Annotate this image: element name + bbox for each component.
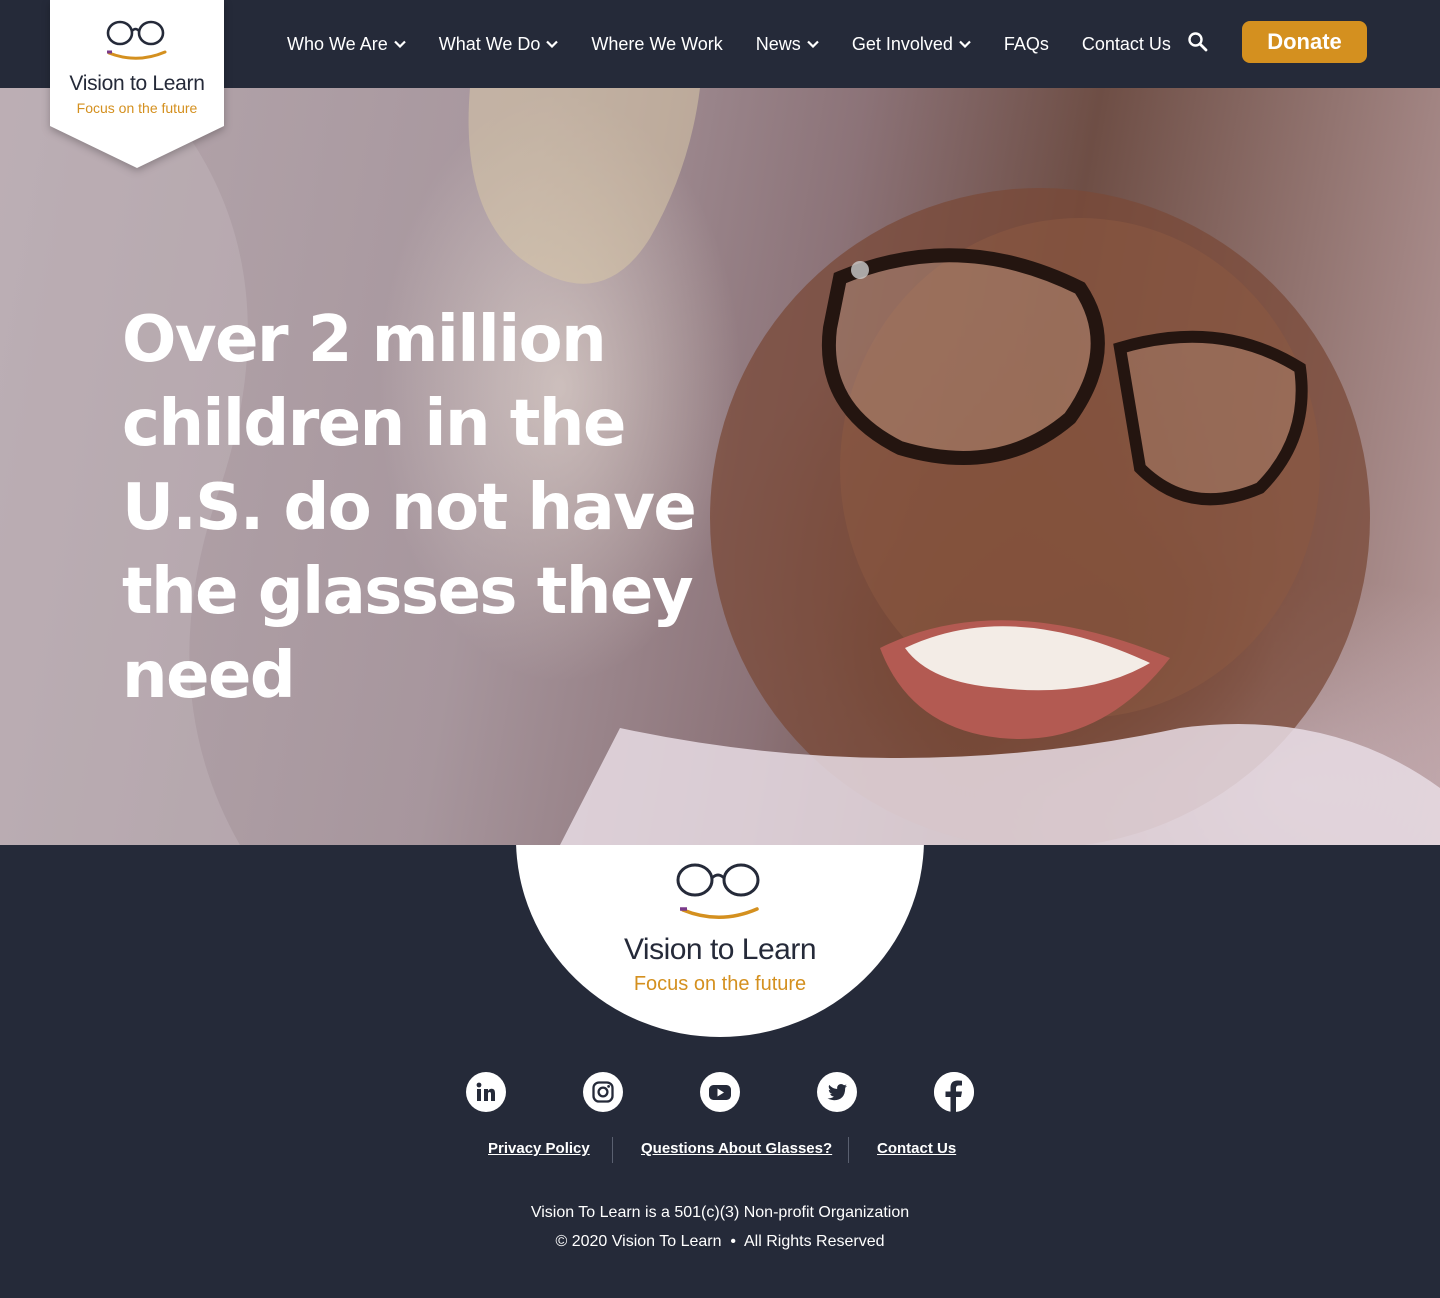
questions-about-glasses-link[interactable]: Questions About Glasses?	[641, 1140, 832, 1157]
youtube-icon[interactable]	[700, 1072, 740, 1112]
nonprofit-statement: Vision To Learn is a 501(c)(3) Non-profi…	[530, 1204, 910, 1221]
instagram-glyph	[592, 1081, 614, 1103]
nav-what-we-do[interactable]: What We Do	[439, 34, 559, 55]
instagram-icon[interactable]	[583, 1072, 623, 1112]
hero-headline: Over 2 million children in the U.S. do n…	[122, 303, 697, 713]
nav-label: FAQs	[1003, 33, 1049, 54]
contact-us-link[interactable]: Contact Us	[877, 1140, 956, 1157]
youtube-glyph	[709, 1085, 731, 1100]
footer-logo-name: Vision to Learn	[623, 933, 817, 966]
chevron-down-icon	[807, 40, 819, 48]
linkedin-icon[interactable]	[466, 1072, 506, 1112]
chevron-down-icon	[546, 40, 559, 48]
facebook-glyph	[934, 1072, 974, 1112]
facebook-icon[interactable]	[934, 1072, 974, 1112]
nav-label: Who We Are	[287, 33, 388, 54]
link-divider	[848, 1137, 849, 1163]
logo-name: Vision to Learn	[69, 72, 205, 95]
nav-who-we-are[interactable]: Who We Are	[287, 34, 406, 55]
search-icon[interactable]	[1186, 30, 1210, 54]
chevron-down-icon	[959, 40, 971, 48]
twitter-glyph	[827, 1084, 847, 1101]
nav-label: Where We Work	[591, 33, 723, 54]
nav-get-involved[interactable]: Get Involved	[852, 34, 971, 55]
site-footer: Vision to Learn Focus on the future Priv…	[0, 845, 1440, 1298]
donate-button[interactable]: Donate	[1242, 21, 1367, 63]
glasses-logo-icon	[676, 863, 760, 919]
logo-link[interactable]: Vision to Learn Focus on the future	[50, 0, 224, 170]
footer-logo-tagline: Focus on the future	[633, 973, 807, 995]
nav-faqs[interactable]: FAQs	[1004, 34, 1049, 55]
copyright-notice: © 2020 Vision To Learn • All Rights Rese…	[555, 1233, 885, 1250]
twitter-icon[interactable]	[817, 1072, 857, 1112]
nav-label: What We Do	[438, 33, 541, 54]
nav-label: Get Involved	[851, 33, 953, 54]
hero-banner: Over 2 million children in the U.S. do n…	[0, 88, 1440, 845]
logo-tagline: Focus on the future	[76, 100, 198, 116]
main-nav: Who We Are What We Do Where We Work News…	[287, 0, 1204, 88]
nav-where-we-work[interactable]: Where We Work	[591, 34, 722, 55]
glasses-logo-icon	[106, 20, 167, 60]
privacy-policy-link[interactable]: Privacy Policy	[488, 1140, 590, 1157]
nav-label: News	[755, 33, 801, 54]
linkedin-glyph	[476, 1082, 495, 1101]
nav-news[interactable]: News	[756, 34, 819, 55]
link-divider	[612, 1137, 613, 1163]
nav-label: Contact Us	[1081, 33, 1171, 54]
nav-contact-us[interactable]: Contact Us	[1082, 34, 1171, 55]
chevron-down-icon	[393, 40, 406, 48]
footer-links: Privacy Policy Questions About Glasses? …	[0, 1137, 1440, 1163]
